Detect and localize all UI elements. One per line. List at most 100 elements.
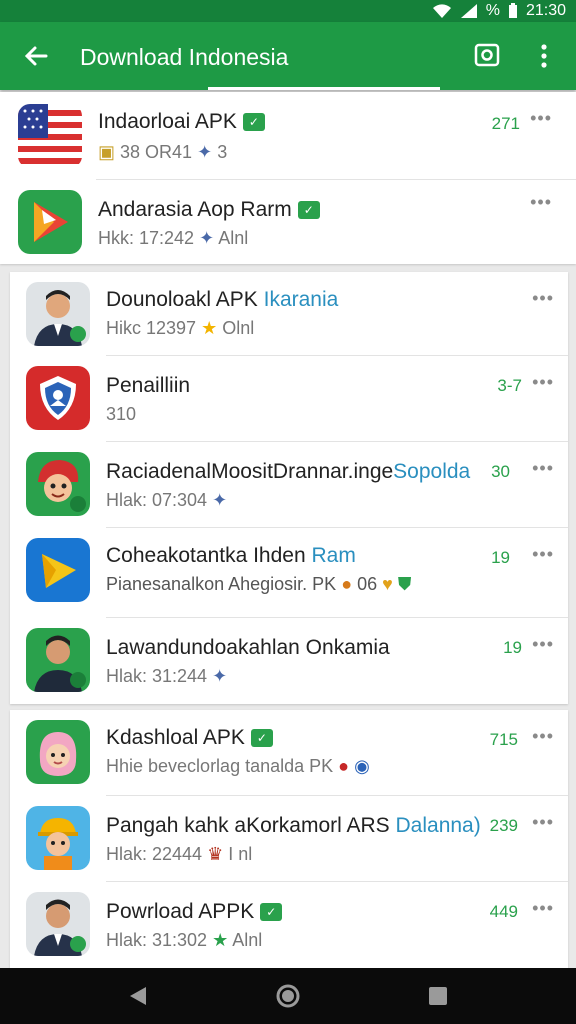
app-rating: 449: [489, 902, 518, 921]
overflow-dots-icon[interactable]: •••: [532, 812, 554, 833]
app-list-card: Indaorloai APK ✓ ▣ 38 OR41 ✦ 3 271 ••• An…: [0, 92, 576, 264]
app-meta-extra: Alnl: [218, 228, 249, 248]
app-rating: 271: [491, 114, 520, 133]
app-rating: 239: [489, 816, 518, 835]
star-icon: ★: [212, 930, 229, 950]
system-nav-bar: [0, 968, 576, 1024]
app-name: RaciadenalMoositDrannar.inge: [106, 460, 394, 483]
app-name: Lawandundoakahlan Onkamia: [106, 636, 390, 659]
list-item[interactable]: Penailliin 310 3-7 •••: [10, 356, 568, 442]
list-item[interactable]: Indaorloai APK ✓ ▣ 38 OR41 ✦ 3 271 •••: [0, 92, 576, 180]
app-meta: 310: [106, 404, 137, 424]
app-name: Penailliin: [106, 374, 191, 397]
flag-icon: [18, 104, 82, 168]
heart-icon: ♥: [382, 574, 393, 594]
app-bar: Download Indonesia: [0, 22, 576, 90]
home-circle-icon[interactable]: [276, 984, 300, 1008]
gift-icon: ♛: [207, 844, 224, 864]
app-name: Indaorloai APK: [98, 110, 237, 133]
signal-icon: [460, 4, 477, 18]
app-rating: 3-7: [497, 376, 522, 395]
list-item[interactable]: Dounoloakl APK Ikarania Hikc 12397 ★ Oln…: [10, 272, 568, 356]
app-rating: 19: [491, 548, 510, 567]
app-name: Powrload APPK: [106, 900, 255, 923]
list-item[interactable]: Andarasia Aop Rarm ✓ Hkk: 17:242 ✦ Alnl •…: [0, 180, 576, 264]
overflow-dots-icon[interactable]: •••: [532, 898, 554, 919]
star-icon: ★: [201, 318, 218, 338]
pin-icon: ✦: [199, 228, 215, 248]
app-meta: Hhie beveclorlag tanalda PK: [106, 756, 334, 776]
girl-icon: [26, 720, 90, 784]
avatar-icon: [26, 282, 90, 346]
overflow-dots-icon[interactable]: •••: [532, 288, 554, 309]
verified-badge-icon: ✓: [260, 903, 283, 922]
overflow-dots-icon[interactable]: •••: [532, 458, 554, 479]
avatar-icon: [26, 628, 90, 692]
download-box-icon: ▣: [98, 142, 121, 162]
app-meta: Hlak: 31:244: [106, 666, 208, 686]
app-meta: Pianesanalkon Ahegiosir. PK: [106, 574, 337, 594]
shield-icon: [26, 366, 90, 430]
globe-icon: ◉: [354, 756, 370, 776]
list-item[interactable]: Lawandundoakahlan Onkamia Hlak: 31:244 ✦…: [10, 618, 568, 704]
app-meta: 38 OR41: [120, 142, 193, 162]
battery-icon: [508, 3, 517, 18]
app-meta: Hlak: 22444: [106, 844, 203, 864]
overflow-dots-icon[interactable]: •••: [532, 544, 554, 565]
verified-badge-icon: ✓: [297, 201, 320, 220]
app-meta-extra: 06: [357, 574, 378, 594]
recents-square-icon[interactable]: [426, 984, 450, 1008]
battery-indicator: %: [485, 2, 500, 19]
app-name: Kdashloal APK: [106, 726, 245, 749]
pin-icon: ✦: [212, 490, 228, 510]
app-name-accent: Ram: [311, 544, 356, 567]
back-triangle-icon[interactable]: [126, 984, 150, 1008]
app-name: Dounoloakl APK: [106, 288, 258, 311]
app-meta-extra: I nl: [228, 844, 253, 864]
app-meta: Hlak: 31:302: [106, 930, 208, 950]
play-yellow-icon: [26, 538, 90, 602]
tab-indicator: [208, 87, 440, 90]
list-item[interactable]: RaciadenalMoositDrannar.ingeSopolda Hlak…: [10, 442, 568, 528]
overflow-dots-icon[interactable]: •••: [532, 726, 554, 747]
more-vert-icon[interactable]: [534, 42, 554, 70]
camera-icon[interactable]: [474, 42, 500, 68]
list-item[interactable]: Kdashloal APK ✓ Hhie beveclorlag tanalda …: [10, 710, 568, 796]
app-meta-extra: Alnl: [232, 930, 263, 950]
app-meta: Hikc 12397: [106, 318, 197, 338]
app-list-card: Kdashloal APK ✓ Hhie beveclorlag tanalda …: [10, 710, 568, 968]
app-rating: 715: [489, 730, 518, 749]
overflow-dots-icon[interactable]: •••: [532, 372, 554, 393]
verified-badge-icon: ✓: [242, 113, 265, 132]
back-arrow-icon[interactable]: [22, 42, 50, 70]
shield-small-icon: ⛊: [397, 574, 412, 594]
overflow-dots-icon[interactable]: •••: [530, 192, 552, 213]
avatar-icon: [26, 892, 90, 956]
app-name: Coheakotantka Ihden: [106, 544, 306, 567]
pin-icon: ✦: [197, 142, 213, 162]
app-name-accent: Dalanna): [395, 814, 481, 837]
app-meta: Hlak: 07:304: [106, 490, 208, 510]
overflow-dots-icon[interactable]: •••: [532, 634, 554, 655]
list-item[interactable]: Powrload APPK ✓ Hlak: 31:302 ★ Alnl 449 •…: [10, 882, 568, 968]
app-name-accent: Ikarania: [263, 288, 339, 311]
list-item[interactable]: Pangah kahk aKorkamorl ARS Dalanna) Hlak…: [10, 796, 568, 882]
app-meta-extra: 3: [217, 142, 228, 162]
app-name: Pangah kahk aKorkamorl ARS: [106, 814, 390, 837]
app-name-accent: Sopolda: [393, 460, 471, 483]
verified-badge-icon: ✓: [250, 729, 273, 748]
wifi-icon: [432, 4, 451, 18]
worker-icon: [26, 806, 90, 870]
pin-icon: ✦: [212, 666, 228, 686]
emoji-icon: ●: [341, 574, 353, 594]
app-name: Andarasia Aop Rarm: [98, 198, 292, 221]
app-rating: 19: [503, 638, 522, 657]
emoji-icon: ●: [338, 756, 350, 776]
app-meta-extra: Olnl: [222, 318, 255, 338]
list-item[interactable]: Coheakotantka Ihden Ram Pianesanalkon Ah…: [10, 528, 568, 618]
overflow-dots-icon[interactable]: •••: [530, 108, 552, 129]
app-rating: 30: [491, 462, 510, 481]
status-bar: % 21:30: [0, 0, 576, 22]
app-meta: Hkk: 17:242: [98, 228, 195, 248]
page-title: Download Indonesia: [80, 44, 289, 70]
